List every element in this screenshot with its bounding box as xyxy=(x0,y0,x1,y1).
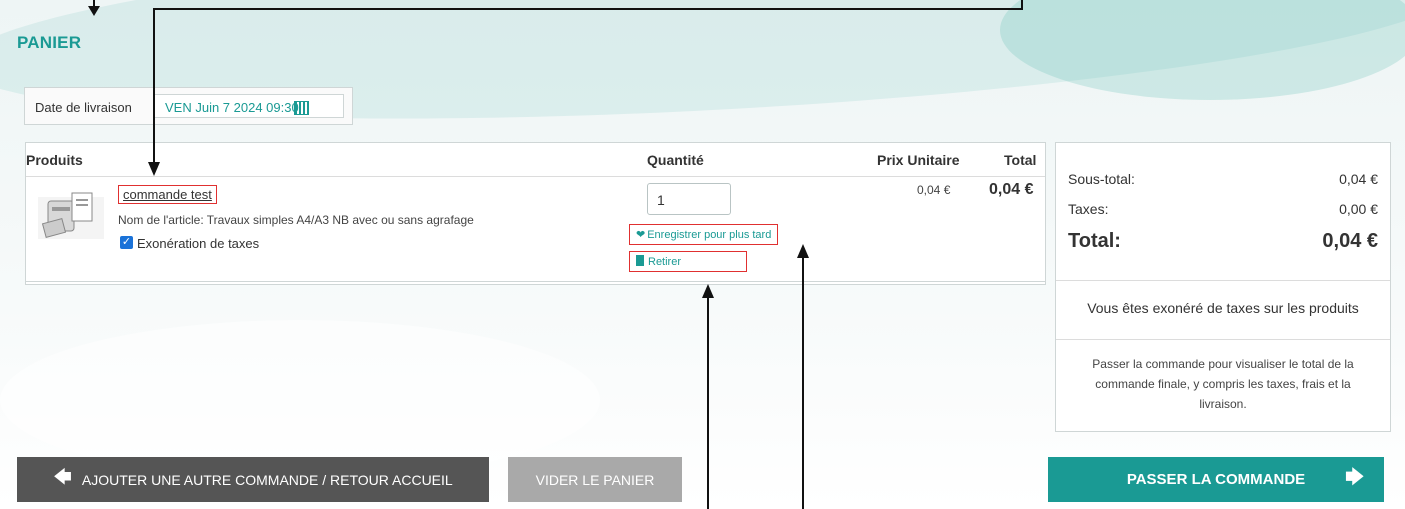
empty-cart-label: VIDER LE PANIER xyxy=(535,471,655,488)
unit-price: 0,04 € xyxy=(917,183,951,197)
delivery-date-label: Date de livraison xyxy=(35,100,132,115)
header-quantity: Quantité xyxy=(647,152,704,168)
product-item-description: Nom de l'article: Travaux simples A4/A3 … xyxy=(118,213,474,227)
place-order-label: PASSER LA COMMANDE xyxy=(1126,471,1306,488)
tax-exempt-note: Vous êtes exonéré de taxes sur les produ… xyxy=(1087,300,1359,316)
back-home-label: AJOUTER UNE AUTRE COMMANDE / RETOUR ACCU… xyxy=(81,471,453,488)
arrow-right-icon: 🡆 xyxy=(1345,466,1364,487)
quantity-input[interactable]: 1 xyxy=(647,183,731,215)
page-title: PANIER xyxy=(17,33,82,52)
total-row: Total: 0,04 € xyxy=(1068,230,1378,253)
checkout-note: Passer la commande pour visualiser le to… xyxy=(1092,357,1354,411)
annotation-line xyxy=(153,8,1023,10)
annotation-arrowhead xyxy=(88,6,100,16)
heart-icon: ❤ xyxy=(636,229,646,241)
row-divider xyxy=(26,281,1045,282)
empty-cart-button[interactable]: VIDER LE PANIER xyxy=(508,457,682,502)
header-total: Total xyxy=(1004,152,1037,168)
remove-label: Retirer xyxy=(648,256,682,268)
annotation-line xyxy=(802,256,804,509)
taxes-row: Taxes: 0,00 € xyxy=(1068,201,1378,217)
taxes-value: 0,00 € xyxy=(1339,201,1378,217)
annotation-line xyxy=(153,8,155,164)
delivery-date-input[interactable]: VEN Juin 7 2024 09:30 xyxy=(154,94,344,118)
header-products: Produits xyxy=(26,152,83,168)
annotation-arrowhead xyxy=(148,162,160,176)
calendar-icon[interactable] xyxy=(294,101,309,115)
quantity-value: 1 xyxy=(657,192,665,208)
order-summary: Sous-total: 0,04 € Taxes: 0,00 € Total: … xyxy=(1055,142,1391,432)
row-total: 0,04 € xyxy=(989,181,1034,198)
header-unit-price: Prix Unitaire xyxy=(877,152,960,168)
annotation-line xyxy=(1021,0,1023,10)
annotation-line xyxy=(707,296,709,509)
cart-panel: PANIER Date de livraison VEN Juin 7 2024… xyxy=(7,5,1405,509)
trash-icon xyxy=(636,255,644,266)
place-order-button[interactable]: PASSER LA COMMANDE 🡆 xyxy=(1048,457,1384,502)
summary-divider xyxy=(1056,339,1390,340)
subtotal-row: Sous-total: 0,04 € xyxy=(1068,171,1378,187)
back-home-button[interactable]: 🡄 AJOUTER UNE AUTRE COMMANDE / RETOUR AC… xyxy=(17,457,489,502)
subtotal-value: 0,04 € xyxy=(1339,171,1378,187)
tax-exempt-label: Exonération de taxes xyxy=(137,236,260,251)
product-thumbnail xyxy=(38,192,104,239)
cart-table: Produits Quantité Prix Unitaire Total co… xyxy=(25,142,1046,285)
taxes-label: Taxes: xyxy=(1068,201,1109,217)
save-for-later-label: Enregistrer pour plus tard xyxy=(647,229,772,241)
delivery-date-box: Date de livraison VEN Juin 7 2024 09:30 xyxy=(24,87,353,125)
summary-divider xyxy=(1056,280,1390,281)
arrow-left-icon: 🡄 xyxy=(53,466,72,487)
total-label: Total: xyxy=(1068,230,1121,252)
table-header: Produits Quantité Prix Unitaire Total xyxy=(26,143,1045,177)
checkbox-icon[interactable]: ✓ xyxy=(120,236,133,249)
delivery-date-value: VEN Juin 7 2024 09:30 xyxy=(165,100,299,115)
save-for-later-link[interactable]: ❤ Enregistrer pour plus tard xyxy=(629,224,779,245)
annotation-arrowhead xyxy=(702,284,714,298)
product-name-link[interactable]: commande test xyxy=(118,185,217,204)
remove-link[interactable]: Retirer xyxy=(629,251,747,272)
total-value: 0,04 € xyxy=(1322,230,1378,252)
annotation-arrowhead xyxy=(797,244,809,258)
subtotal-label: Sous-total: xyxy=(1068,171,1135,187)
